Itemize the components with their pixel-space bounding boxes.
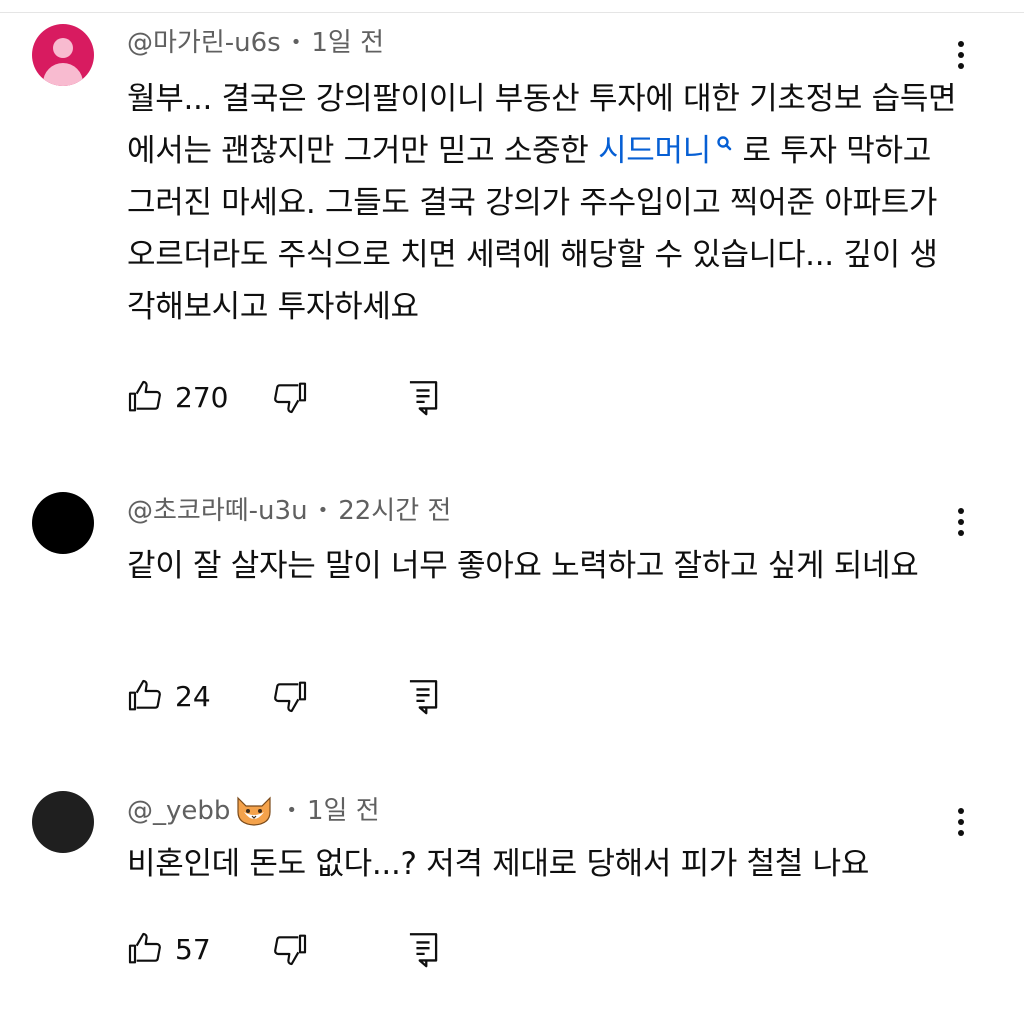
comment-text: 월부... 결국은 강의팔이이니 부동산 투자에 대한 기초정보 습득면에서는 … xyxy=(127,73,957,333)
reply-button[interactable] xyxy=(405,929,441,969)
reply-comment-icon xyxy=(409,933,438,968)
comment-actions: 57 xyxy=(125,927,441,971)
like-button[interactable]: 57 xyxy=(125,929,270,969)
reply-button[interactable] xyxy=(405,377,441,417)
meta-separator: • xyxy=(317,500,329,521)
search-link-label: 시드머니 xyxy=(598,133,711,169)
vertical-ellipsis-icon xyxy=(958,508,964,514)
avatar-head xyxy=(53,38,73,58)
reply-comment-icon xyxy=(409,680,438,715)
like-count: 24 xyxy=(175,679,211,713)
vertical-ellipsis-icon xyxy=(958,41,964,47)
avatar[interactable] xyxy=(32,492,94,554)
thumb-down-icon xyxy=(274,681,307,713)
thumb-down-icon xyxy=(274,382,307,414)
comment-time[interactable]: 1일 전 xyxy=(311,27,384,59)
comment-time[interactable]: 1일 전 xyxy=(307,795,380,827)
avatar-body xyxy=(43,63,83,86)
more-options-button[interactable] xyxy=(945,502,977,542)
dot xyxy=(958,519,964,525)
fox-emoji-icon xyxy=(237,796,271,826)
like-button[interactable]: 270 xyxy=(125,377,270,417)
meta-separator: • xyxy=(290,32,302,53)
author-handle[interactable]: @_yebb xyxy=(127,795,230,827)
thumb-up-icon xyxy=(128,932,161,964)
comment-actions: 24 xyxy=(125,674,441,718)
like-count: 57 xyxy=(175,932,211,966)
top-divider xyxy=(0,12,1024,13)
dot xyxy=(958,819,964,825)
more-options-button[interactable] xyxy=(945,802,977,842)
thumb-down-icon xyxy=(274,934,307,966)
thumb-up-icon xyxy=(128,380,161,412)
avatar[interactable] xyxy=(32,791,94,853)
comment-time[interactable]: 22시간 전 xyxy=(338,495,451,527)
comment-actions: 270 xyxy=(125,375,441,419)
vertical-ellipsis-icon xyxy=(958,808,964,814)
dislike-button[interactable] xyxy=(270,377,310,417)
meta-separator: • xyxy=(286,800,298,821)
author-handle[interactable]: @마가린-u6s xyxy=(127,27,281,59)
dot xyxy=(958,63,964,69)
dot xyxy=(958,530,964,536)
dot xyxy=(958,52,964,58)
search-link[interactable]: 시드머니 xyxy=(598,133,733,169)
dislike-button[interactable] xyxy=(270,929,310,969)
dislike-button[interactable] xyxy=(270,676,310,716)
comment-text: 같이 잘 살자는 말이 너무 좋아요 노력하고 잘하고 싶게 되네요 xyxy=(127,548,919,584)
thumb-up-icon xyxy=(128,679,161,711)
avatar[interactable] xyxy=(32,24,94,86)
comment-meta: @초코라떼-u3u • 22시간 전 xyxy=(127,495,451,527)
like-button[interactable]: 24 xyxy=(125,676,270,716)
reply-button[interactable] xyxy=(405,676,441,716)
dot xyxy=(958,830,964,836)
search-icon xyxy=(717,136,732,151)
comment-text: 비혼인데 돈도 없다...? 저격 제대로 당해서 피가 철철 나요 xyxy=(127,846,870,882)
comment-meta: @마가린-u6s • 1일 전 xyxy=(127,27,384,59)
reply-comment-icon xyxy=(409,381,438,416)
more-options-button[interactable] xyxy=(945,35,977,75)
comment-meta: @_yebb • 1일 전 xyxy=(127,794,380,828)
author-handle[interactable]: @초코라떼-u3u xyxy=(127,495,308,527)
like-count: 270 xyxy=(175,380,229,414)
